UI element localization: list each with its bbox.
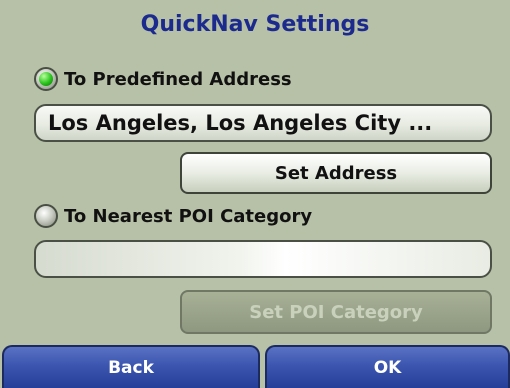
ok-button[interactable]: OK <box>265 345 510 388</box>
poi-category-field <box>34 240 492 278</box>
radio-unselected-icon[interactable] <box>34 204 58 228</box>
address-field: Los Angeles, Los Angeles City ... <box>34 104 492 142</box>
radio-label-nearest-poi: To Nearest POI Category <box>64 205 313 227</box>
radio-nearest-poi[interactable]: To Nearest POI Category <box>34 201 312 231</box>
back-button[interactable]: Back <box>2 345 260 388</box>
set-poi-category-button: Set POI Category <box>180 290 492 334</box>
radio-selected-icon[interactable] <box>34 67 58 91</box>
set-address-button[interactable]: Set Address <box>180 152 492 194</box>
page-title: QuickNav Settings <box>140 12 370 37</box>
radio-predefined-address[interactable]: To Predefined Address <box>34 64 292 94</box>
radio-label-predefined-address: To Predefined Address <box>64 68 292 90</box>
